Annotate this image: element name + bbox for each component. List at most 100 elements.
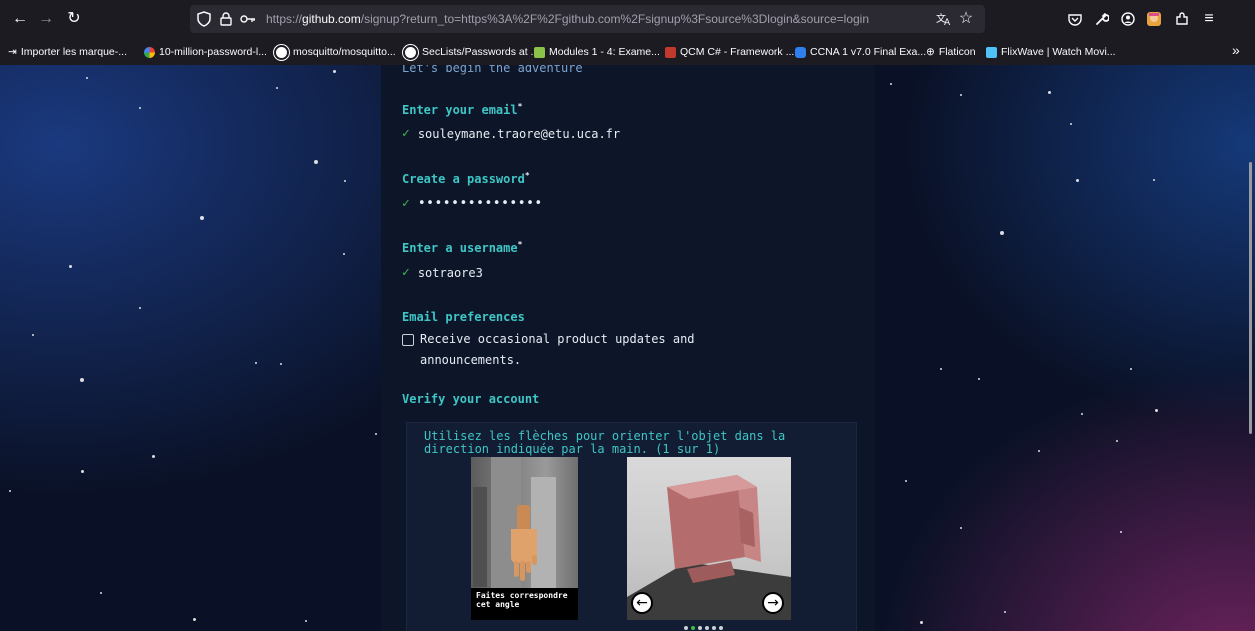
star bbox=[32, 334, 34, 336]
star bbox=[940, 368, 942, 370]
url-domain: github.com bbox=[302, 12, 361, 26]
bookmark-seclists[interactable]: SecLists/Passwords at ... bbox=[403, 44, 539, 60]
rotate-left-button[interactable]: ← bbox=[631, 592, 653, 614]
google-icon bbox=[144, 46, 155, 58]
pocket-icon[interactable] bbox=[1063, 7, 1087, 31]
rotate-right-button[interactable]: → bbox=[762, 592, 784, 614]
email-label: Enter your email bbox=[402, 103, 518, 117]
wrench-icon[interactable] bbox=[1090, 7, 1114, 31]
page-icon bbox=[795, 46, 806, 58]
account-icon[interactable] bbox=[1116, 7, 1140, 31]
bookmark-modules-exam[interactable]: Modules 1 - 4: Exame... bbox=[534, 44, 660, 60]
bookmark-star-icon[interactable]: ☆ bbox=[954, 7, 978, 31]
translate-icon[interactable]: 文A bbox=[932, 7, 956, 31]
password-label: Create a password bbox=[402, 172, 525, 186]
captcha-widget: Utilisez les flèches pour orienter l'obj… bbox=[406, 422, 857, 631]
star bbox=[1155, 409, 1158, 412]
star bbox=[905, 480, 907, 482]
bookmark-label: Importer les marque-... bbox=[20, 46, 128, 58]
verify-heading: Verify your account bbox=[402, 392, 540, 406]
signup-form: Let's begin the adventure Enter your ema… bbox=[381, 65, 875, 631]
star bbox=[200, 216, 204, 220]
tracking-shield-icon[interactable] bbox=[192, 7, 216, 31]
page-icon bbox=[986, 46, 997, 58]
github-icon bbox=[274, 44, 289, 60]
star bbox=[344, 180, 346, 182]
username-label: Enter a username bbox=[402, 241, 518, 255]
star bbox=[280, 363, 282, 365]
reload-icon[interactable]: ↻ bbox=[62, 7, 86, 31]
bookmark-mosquitto[interactable]: mosquitto/mosquitto... bbox=[274, 44, 396, 60]
progress-dot bbox=[705, 626, 709, 630]
star bbox=[139, 107, 141, 109]
check-icon: ✓ bbox=[402, 265, 410, 280]
bookmark-password-list[interactable]: 10-million-password-l... bbox=[144, 44, 267, 60]
star bbox=[1004, 611, 1006, 613]
star bbox=[305, 620, 307, 622]
password-value: ••••••••••••••• bbox=[417, 196, 543, 211]
star bbox=[375, 433, 377, 435]
extensions-icon[interactable] bbox=[1170, 7, 1194, 31]
star bbox=[1070, 123, 1072, 125]
star bbox=[1116, 440, 1118, 442]
lock-icon[interactable] bbox=[214, 7, 238, 31]
star bbox=[276, 87, 278, 89]
check-icon: ✓ bbox=[402, 196, 410, 211]
progress-dot-active bbox=[691, 626, 695, 630]
forward-icon[interactable]: → bbox=[34, 7, 58, 31]
captcha-instruction: Utilisez les flèches pour orienter l'obj… bbox=[424, 429, 786, 456]
email-preferences-option[interactable]: Receive occasional product updates and a… bbox=[402, 329, 750, 371]
star bbox=[920, 621, 923, 624]
bookmark-qcm-csharp[interactable]: QCM C# - Framework ... bbox=[665, 44, 794, 60]
star bbox=[193, 618, 196, 621]
url-text[interactable]: https://github.com/signup?return_to=http… bbox=[266, 12, 869, 26]
bookmark-label: SecLists/Passwords at ... bbox=[422, 46, 540, 58]
bookmark-flixwave[interactable]: FlixWave | Watch Movi... bbox=[986, 44, 1116, 60]
rotatable-object-image: ← → bbox=[627, 457, 791, 620]
check-icon: ✓ bbox=[402, 126, 410, 141]
email-heading: Enter your email* bbox=[402, 102, 522, 117]
username-value: sotraore3 bbox=[417, 265, 483, 280]
back-icon[interactable]: ← bbox=[8, 7, 32, 31]
star bbox=[1048, 91, 1051, 94]
password-field[interactable]: ✓ ••••••••••••••• bbox=[402, 196, 543, 211]
email-value: souleymane.traore@etu.uca.fr bbox=[417, 126, 621, 141]
menu-icon[interactable]: ≡ bbox=[1197, 7, 1221, 31]
import-icon: ⇥ bbox=[8, 46, 17, 58]
required-mark: * bbox=[517, 240, 523, 249]
username-heading: Enter a username* bbox=[402, 240, 522, 255]
star bbox=[255, 362, 257, 364]
url-prefix: https:// bbox=[266, 12, 303, 26]
product-updates-checkbox[interactable] bbox=[402, 334, 414, 346]
star bbox=[69, 265, 72, 268]
key-icon[interactable] bbox=[236, 7, 260, 31]
product-updates-label[interactable]: Receive occasional product updates and a… bbox=[420, 332, 695, 367]
hand-reference-image: Faites correspondre cet angle bbox=[471, 457, 578, 620]
page-scrollbar[interactable] bbox=[1249, 162, 1252, 434]
progress-dot bbox=[712, 626, 716, 630]
globe-icon: ⊕ bbox=[926, 46, 935, 58]
progress-dot bbox=[719, 626, 723, 630]
bookmark-import[interactable]: ⇥ Importer les marque-... bbox=[8, 44, 127, 60]
bookmark-ccna[interactable]: CCNA 1 v7.0 Final Exa... bbox=[795, 44, 926, 60]
star bbox=[978, 378, 980, 380]
url-path: /signup?return_to=https%3A%2F%2Fgithub.c… bbox=[360, 12, 870, 26]
bookmarks-overflow-button[interactable]: » bbox=[1232, 42, 1240, 58]
url-bar[interactable]: https://github.com/signup?return_to=http… bbox=[190, 5, 985, 33]
required-mark: * bbox=[524, 171, 530, 180]
bookmark-label: FlixWave | Watch Movi... bbox=[1001, 46, 1116, 58]
email-preferences-heading: Email preferences bbox=[402, 310, 525, 324]
bookmark-flaticon[interactable]: ⊕ Flaticon bbox=[926, 44, 976, 60]
star bbox=[1076, 179, 1079, 182]
signup-subtitle: Let's begin the adventure bbox=[402, 65, 583, 75]
signup-page: Let's begin the adventure Enter your ema… bbox=[0, 65, 1255, 631]
star bbox=[86, 77, 88, 79]
browser-toolbar: ← → ↻ https://github.com/signup?return_t… bbox=[0, 0, 1255, 38]
email-field[interactable]: ✓ souleymane.traore@etu.uca.fr bbox=[402, 126, 620, 141]
bookmark-label: QCM C# - Framework ... bbox=[680, 46, 795, 58]
star bbox=[1120, 531, 1122, 533]
star bbox=[152, 455, 155, 458]
username-field[interactable]: ✓ sotraore3 bbox=[402, 265, 483, 280]
extension-avatar-icon[interactable] bbox=[1142, 7, 1166, 31]
bookmarks-bar: ⇥ Importer les marque-... 10-million-pas… bbox=[0, 38, 1255, 66]
